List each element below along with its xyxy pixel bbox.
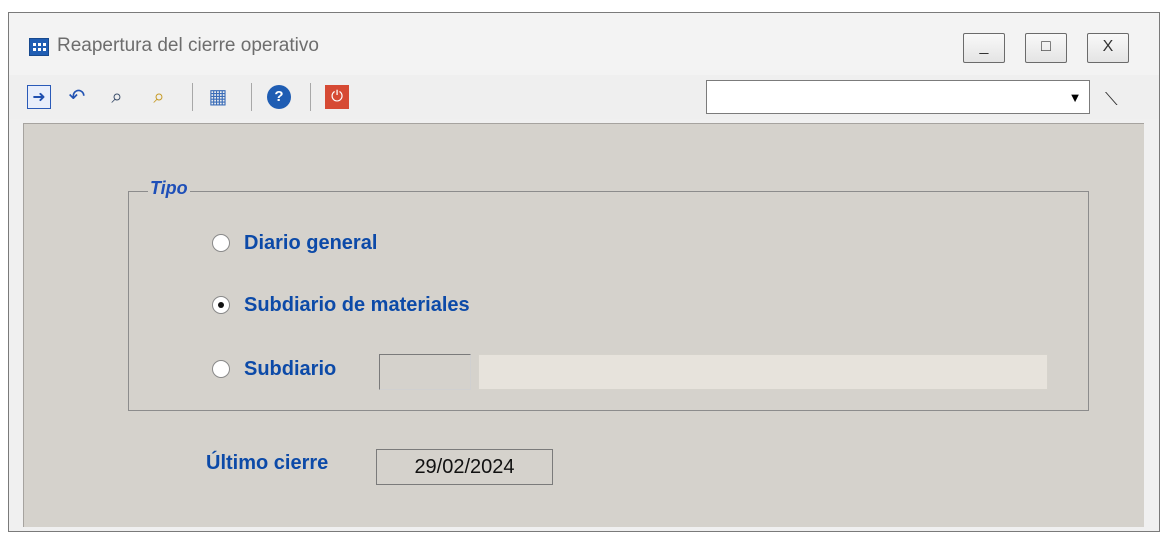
- form-panel: Tipo Diario general Subdiario de materia…: [23, 123, 1144, 527]
- subdiario-name-field: [478, 354, 1048, 390]
- radio-subdiario[interactable]: [212, 360, 230, 378]
- maximize-icon: □: [1041, 38, 1051, 55]
- radio-label-subdiario-materiales[interactable]: Subdiario de materiales: [244, 294, 470, 317]
- minimize-button[interactable]: _: [963, 33, 1005, 63]
- radio-subdiario-materiales[interactable]: [212, 296, 230, 314]
- radio-selected-dot: [218, 302, 224, 308]
- magnifier-icon[interactable]: ⌕: [147, 85, 171, 109]
- last-close-label: Último cierre: [206, 452, 329, 474]
- group-label: Tipo: [148, 178, 190, 199]
- window: Reapertura del cierre operativo _ □ X ➜ …: [8, 12, 1160, 532]
- arrow-right-icon[interactable]: ➜: [27, 85, 51, 109]
- toolbar-combobox[interactable]: ▼: [706, 80, 1090, 114]
- toolbar-separator: [251, 83, 252, 111]
- radio-diario-general[interactable]: [212, 234, 230, 252]
- binoculars-icon[interactable]: ⌕: [105, 85, 129, 109]
- subdiario-code-input[interactable]: [379, 354, 471, 390]
- close-button[interactable]: X: [1087, 33, 1129, 63]
- minimize-icon: _: [979, 38, 989, 55]
- radio-label-diario-general[interactable]: Diario general: [244, 232, 377, 255]
- window-title: Reapertura del cierre operativo: [57, 35, 319, 56]
- magic-wand-icon[interactable]: ⟍: [1105, 89, 1133, 109]
- power-icon[interactable]: ⏻: [325, 85, 349, 109]
- radio-label-subdiario[interactable]: Subdiario: [244, 358, 336, 381]
- toolbar-separator: [310, 83, 311, 111]
- help-icon[interactable]: ?: [267, 85, 291, 109]
- maximize-button[interactable]: □: [1025, 33, 1067, 63]
- toolbar-separator: [192, 83, 193, 111]
- last-close-value: 29/02/2024: [376, 449, 553, 485]
- calendar-icon: [29, 38, 49, 56]
- new-record-icon[interactable]: ▦: [206, 85, 230, 109]
- chevron-down-icon[interactable]: ▼: [1066, 89, 1084, 107]
- undo-icon[interactable]: ↶: [65, 85, 89, 109]
- close-icon: X: [1102, 38, 1114, 55]
- title-bar: Reapertura del cierre operativo _ □ X: [9, 13, 1159, 75]
